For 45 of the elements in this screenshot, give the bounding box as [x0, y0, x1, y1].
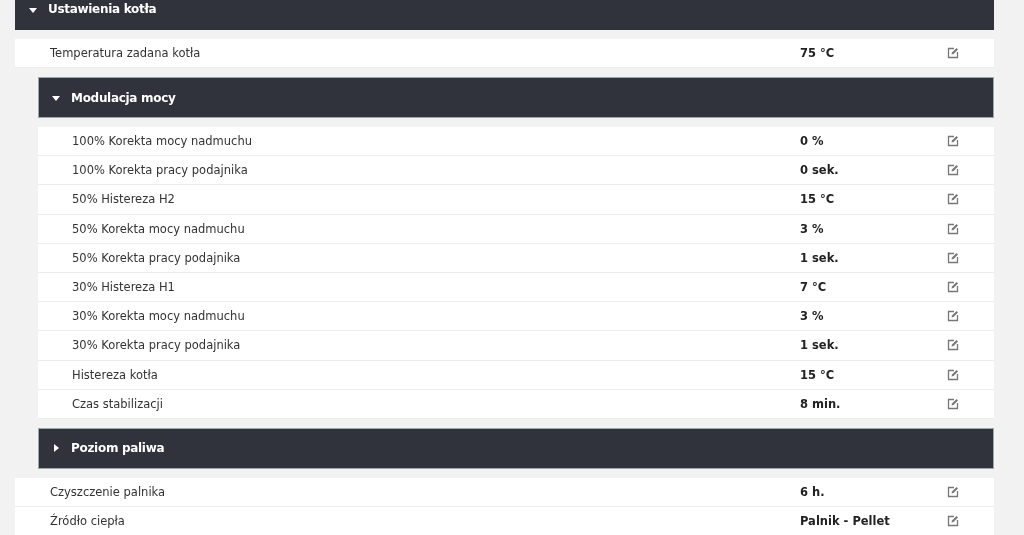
- edit-icon[interactable]: [947, 222, 959, 235]
- setting-value: 7 °C: [800, 280, 828, 295]
- setting-label: Histereza kotła: [72, 367, 159, 382]
- setting-value: 15 °C: [800, 367, 836, 382]
- section-header[interactable]: Ustawienia kotła: [15, 0, 994, 30]
- edit-icon[interactable]: [947, 281, 959, 294]
- setting-label: Czyszczenie palnika: [50, 484, 167, 499]
- setting-label: 50% Korekta pracy podajnika: [72, 250, 242, 265]
- edit-icon[interactable]: [947, 339, 959, 352]
- setting-label: Źródło ciepła: [50, 513, 126, 528]
- edit-icon[interactable]: [947, 135, 959, 148]
- edit-icon[interactable]: [947, 164, 959, 177]
- edit-icon[interactable]: [947, 397, 959, 410]
- setting-label: 30% Korekta mocy nadmuchu: [72, 309, 246, 324]
- setting-value: 0 %: [800, 134, 825, 149]
- setting-value: 3 %: [800, 221, 825, 236]
- setting-value: 3 %: [800, 309, 825, 324]
- section-header[interactable]: Poziom paliwa: [38, 427, 994, 469]
- setting-label: 50% Korekta mocy nadmuchu: [72, 221, 246, 236]
- setting-label: 30% Korekta pracy podajnika: [72, 338, 242, 353]
- setting-label: 30% Histereza H1: [72, 280, 176, 295]
- setting-value: 1 sek.: [800, 250, 840, 265]
- section-title: Modulacja mocy: [71, 90, 176, 105]
- setting-value: 0 sek.: [800, 163, 840, 178]
- section-header[interactable]: Modulacja mocy: [38, 77, 994, 118]
- edit-icon[interactable]: [947, 310, 959, 323]
- setting-value: 75 °C: [800, 46, 836, 60]
- edit-icon[interactable]: [947, 47, 959, 59]
- edit-icon[interactable]: [947, 251, 959, 264]
- setting-value: Palnik - Pellet: [800, 513, 891, 528]
- setting-value: 8 min.: [800, 396, 842, 411]
- setting-label: 50% Histereza H2: [72, 192, 176, 207]
- setting-value: 15 °C: [800, 192, 836, 207]
- setting-value: 6 h.: [800, 484, 826, 499]
- setting-value: 1 sek.: [800, 338, 840, 353]
- edit-icon[interactable]: [947, 193, 959, 206]
- section-title: Ustawienia kotła: [48, 2, 157, 16]
- setting-label: 100% Korekta pracy podajnika: [72, 163, 249, 178]
- setting-label: Czas stabilizacji: [72, 396, 164, 411]
- edit-icon[interactable]: [947, 514, 959, 527]
- edit-icon[interactable]: [947, 485, 959, 498]
- setting-label: Temperatura zadana kotła: [50, 46, 202, 60]
- section-title: Poziom paliwa: [71, 441, 165, 456]
- setting-label: 100% Korekta mocy nadmuchu: [72, 134, 253, 149]
- edit-icon[interactable]: [947, 368, 959, 381]
